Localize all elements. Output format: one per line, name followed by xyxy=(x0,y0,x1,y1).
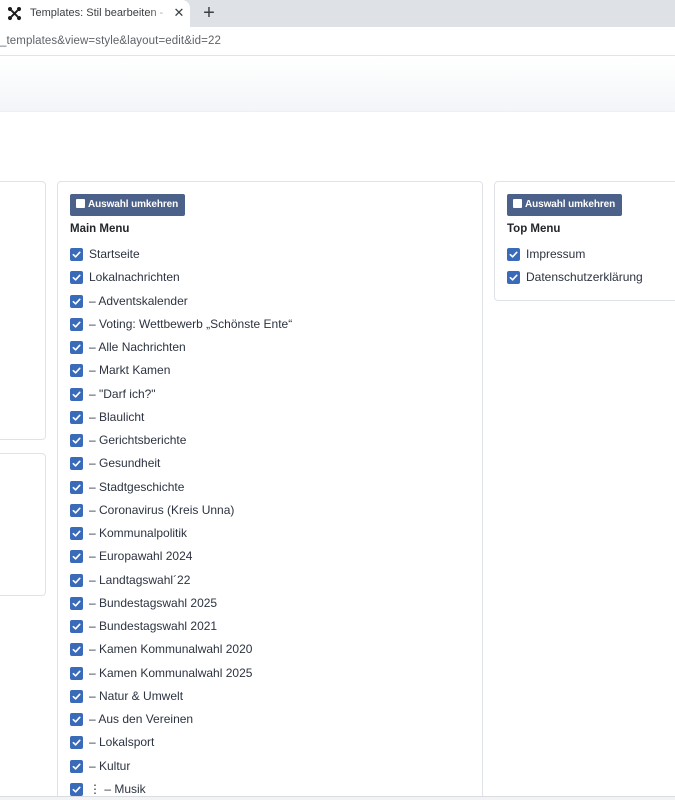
checkbox[interactable] xyxy=(70,689,83,703)
checkbox-square-icon xyxy=(76,199,85,208)
browser-tab[interactable]: Templates: Stil bearbeiten - Nachr ✕ xyxy=(0,0,190,27)
address-bar[interactable]: _templates&view=style&layout=edit&id=22 xyxy=(0,27,675,56)
menu-item-label: – Aus den Vereinen xyxy=(89,712,194,726)
menu-item-label: – Gerichtsberichte xyxy=(89,433,187,447)
menu-item-label: – Blaulicht xyxy=(89,409,145,424)
window-bottom-edge xyxy=(0,796,675,800)
menu-item-label: – Kultur xyxy=(89,758,131,773)
checkbox[interactable] xyxy=(70,713,83,726)
checkbox[interactable] xyxy=(70,759,83,773)
menu-item-label: – Kommunalpolitik xyxy=(89,526,188,540)
menu-card-partial xyxy=(0,453,46,596)
page-header xyxy=(0,57,675,112)
menu-item-label: – Bundestagswahl 2025 xyxy=(89,595,218,610)
menu-item-label: – Landtagswahl´22 xyxy=(89,572,191,587)
menu-item-label: Impressum xyxy=(526,247,586,261)
menu-item-label: – Kamen Kommunalwahl 2020 xyxy=(89,642,253,657)
menu-item-label: – Natur & Umwelt xyxy=(89,688,184,703)
menu-item-label: – Alle Nachrichten xyxy=(89,340,186,354)
checkbox[interactable] xyxy=(70,596,83,610)
menu-item-label: – Markt Kamen xyxy=(89,363,171,378)
checkbox[interactable] xyxy=(70,317,83,331)
checkbox[interactable] xyxy=(70,503,83,517)
plus-icon[interactable]: + xyxy=(198,2,220,24)
menu-title: Main Menu xyxy=(70,223,130,235)
checkbox[interactable] xyxy=(70,294,83,308)
menu-item-label: – Europawahl 2024 xyxy=(89,549,193,564)
menu-item-label: – Gesundheit xyxy=(89,456,161,471)
checkbox[interactable] xyxy=(70,457,83,471)
menu-item-label: Lokalnachrichten xyxy=(89,270,180,285)
menu-item-label: – Adventskalender xyxy=(89,293,188,308)
checkbox[interactable] xyxy=(70,387,83,401)
url-text: _templates&view=style&layout=edit&id=22 xyxy=(0,35,221,47)
checkbox[interactable] xyxy=(70,736,83,750)
menu-item-label: – Kamen Kommunalwahl 2025 xyxy=(89,665,253,680)
browser-tab-title: Templates: Stil bearbeiten - Nachr xyxy=(30,7,166,19)
menu-item-label: – Lokalsport xyxy=(89,735,155,750)
menu-item-label: ⋮ – Musik xyxy=(89,781,146,796)
checkbox[interactable] xyxy=(507,248,520,261)
checkbox[interactable] xyxy=(70,248,83,261)
checkbox[interactable] xyxy=(70,620,83,633)
checkbox[interactable] xyxy=(70,480,83,494)
menu-item-label: Datenschutzerklärung xyxy=(526,270,643,285)
checkbox[interactable] xyxy=(507,271,520,285)
checkbox[interactable] xyxy=(70,527,83,540)
menu-item-label: – Voting: Wettbewerb „Schönste Ente“ xyxy=(89,316,293,331)
invert-selection-button[interactable]: Auswahl umkehren xyxy=(70,194,186,216)
checkbox[interactable] xyxy=(70,410,83,424)
menu-title: Top Menu xyxy=(507,223,561,235)
checkbox[interactable] xyxy=(70,364,83,378)
menu-card-partial xyxy=(0,181,46,440)
invert-selection-button[interactable]: Auswahl umkehren xyxy=(507,194,623,216)
checkbox[interactable] xyxy=(70,341,83,354)
checkbox[interactable] xyxy=(70,573,83,587)
close-icon[interactable]: ✕ xyxy=(171,5,187,21)
menu-item-label: – Coronavirus (Kreis Unna) xyxy=(89,502,235,517)
joomla-favicon-icon xyxy=(7,6,22,21)
menu-item-label: – "Darf ich?" xyxy=(89,386,156,401)
checkbox-square-icon xyxy=(513,199,522,208)
checkbox[interactable] xyxy=(70,271,83,285)
checkbox[interactable] xyxy=(70,643,83,657)
checkbox[interactable] xyxy=(70,550,83,564)
menu-item-label: – Bundestagswahl 2021 xyxy=(89,619,218,633)
browser-tab-bar: Templates: Stil bearbeiten - Nachr ✕ + xyxy=(0,0,675,27)
checkbox[interactable] xyxy=(70,666,83,680)
menu-item-label: – Stadtgeschichte xyxy=(89,479,185,494)
checkbox[interactable] xyxy=(70,782,83,796)
main-menu-card: Auswahl umkehren Main Menu Startseite Lok… xyxy=(57,181,483,800)
menu-item-label: Startseite xyxy=(89,247,140,261)
top-menu-card: Auswahl umkehren Top Menu Impressum Daten… xyxy=(494,181,675,301)
checkbox[interactable] xyxy=(70,434,83,447)
